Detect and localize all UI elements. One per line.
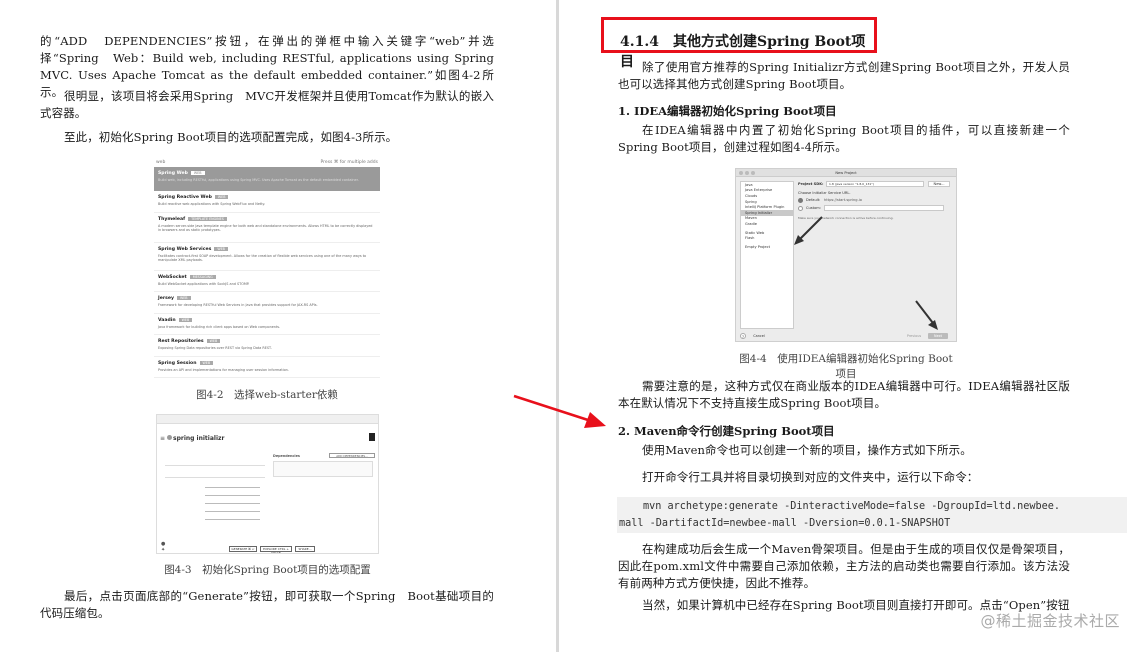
red-arrow-head (584, 412, 606, 428)
red-arrow-shaft (513, 394, 589, 422)
red-pointer-arrow (513, 394, 606, 428)
